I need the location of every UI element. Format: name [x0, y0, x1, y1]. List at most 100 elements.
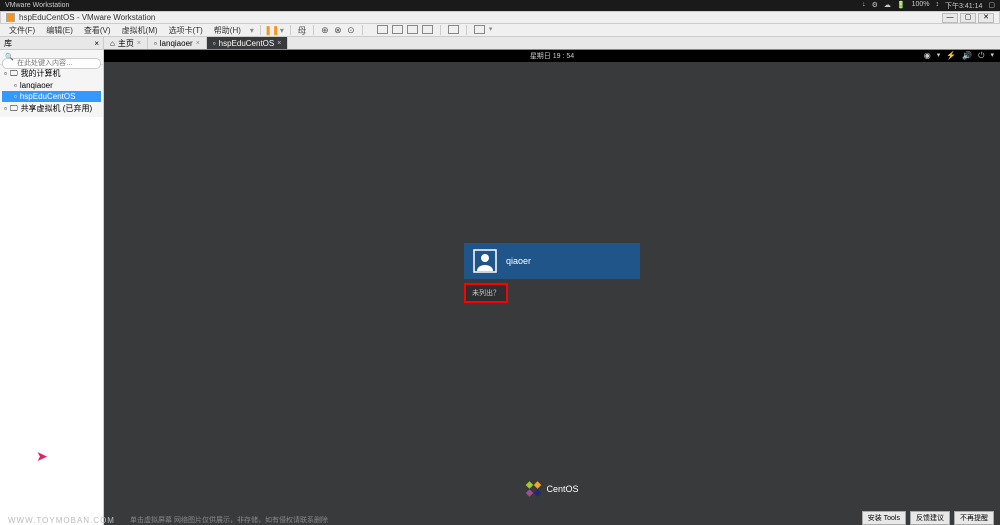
separator — [290, 25, 291, 35]
dropdown-icon: ▾ — [937, 51, 941, 61]
snapshot-manage-icon[interactable]: ⊗ — [333, 25, 343, 35]
content-area: ⌂ 主页 × ▫ lanqiaoer × ▫ hspEduCentOS × 星期… — [104, 37, 1000, 525]
vm-icon: ▫ — [14, 81, 17, 90]
separator — [362, 25, 363, 35]
layout-icon[interactable] — [377, 25, 388, 34]
tree-vm-lanqiaoer[interactable]: ▫ lanqiaoer — [2, 80, 101, 91]
os-taskbar: VMware Workstation ↓ ⚙ ☁ 🔋 100% ↕ 下午3:41… — [0, 0, 1000, 11]
separator — [440, 25, 441, 35]
dropdown-icon[interactable]: ▾ — [280, 26, 284, 35]
expand-icon[interactable]: ▫ — [4, 69, 7, 78]
network-icon[interactable]: ⚡ — [946, 51, 956, 61]
fullscreen-icon[interactable] — [448, 25, 459, 34]
volume-icon[interactable]: 🔊 — [962, 51, 972, 61]
tray-icon[interactable]: ↕ — [936, 1, 940, 11]
vm-icon: ▫ — [14, 92, 17, 101]
menu-tabs[interactable]: 选项卡(T) — [165, 25, 207, 36]
app-icon — [6, 13, 15, 22]
tray-icon[interactable]: ☁ — [884, 1, 891, 11]
unity-icon[interactable] — [474, 25, 485, 34]
tree-label: 共享虚拟机 (已弃用) — [21, 103, 93, 114]
tray-icon[interactable]: ▢ — [988, 1, 995, 11]
tree-label: hspEduCentOS — [20, 92, 76, 101]
snapshot-revert-icon[interactable]: ⊙ — [346, 25, 356, 35]
tab-home[interactable]: ⌂ 主页 × — [104, 37, 148, 49]
accessibility-icon[interactable]: ◉ — [924, 51, 931, 61]
separator — [260, 25, 261, 35]
gnome-status-area[interactable]: ◉ ▾ ⚡ 🔊 ⏻ ▾ — [924, 51, 994, 61]
layout-icon[interactable] — [407, 25, 418, 34]
dropdown-icon: ▾ — [990, 51, 994, 61]
menu-help[interactable]: 帮助(H) — [210, 25, 245, 36]
separator — [466, 25, 467, 35]
tab-lanqiaoer[interactable]: ▫ lanqiaoer × — [148, 37, 207, 49]
centos-branding: CentOS — [525, 481, 578, 497]
snapshot-icon[interactable]: ⊕ — [320, 25, 330, 35]
power-icon[interactable]: ⏻ — [978, 51, 984, 61]
search-input[interactable] — [2, 58, 101, 69]
dismiss-button[interactable]: 不再提醒 — [954, 511, 994, 525]
window-titlebar: hspEduCentOS - VMware Workstation — ▢ ✕ — [0, 11, 1000, 24]
vm-icon: ▫ — [154, 39, 157, 48]
install-tools-button[interactable]: 安装 Tools — [862, 511, 906, 525]
os-taskbar-tray: ↓ ⚙ ☁ 🔋 100% ↕ 下午3:41:14 ▢ — [862, 1, 995, 11]
tray-icon[interactable]: 🔋 — [897, 1, 906, 11]
close-icon[interactable]: × — [277, 40, 281, 47]
tree-vm-hspeducentos[interactable]: ▫ hspEduCentOS — [2, 91, 101, 102]
tab-label: 主页 — [118, 38, 134, 49]
tray-percent: 100% — [912, 1, 930, 11]
layout-icon[interactable] — [422, 25, 433, 34]
search-icon: 🔍 — [5, 53, 14, 61]
login-panel: qiaoer 未列出？ — [464, 243, 640, 303]
gnome-clock[interactable]: 星期日 19 : 54 — [530, 51, 574, 61]
close-icon[interactable]: × — [94, 39, 99, 48]
tab-bar: ⌂ 主页 × ▫ lanqiaoer × ▫ hspEduCentOS × — [104, 37, 1000, 50]
tab-label: hspEduCentOS — [219, 39, 275, 48]
home-icon: ⌂ — [110, 39, 115, 48]
sidebar-empty: ➤ — [0, 117, 103, 525]
os-taskbar-app: VMware Workstation — [5, 2, 862, 9]
menu-vm[interactable]: 虚拟机(M) — [118, 25, 162, 36]
tray-icon[interactable]: ⚙ — [872, 1, 878, 11]
expand-icon[interactable]: ▫ — [4, 104, 7, 113]
cursor-icon: ➤ — [36, 448, 48, 465]
tab-label: lanqiaoer — [160, 39, 193, 48]
computer-icon: 🖵 — [10, 69, 18, 79]
vm-display[interactable]: 星期日 19 : 54 ◉ ▾ ⚡ 🔊 ⏻ ▾ qiaoer 未列出？ — [104, 50, 1000, 525]
minimize-button[interactable]: — — [942, 13, 958, 23]
sidebar-title: 库 — [4, 38, 94, 49]
close-button[interactable]: ✕ — [978, 13, 994, 23]
dropdown-icon[interactable]: ▾ — [250, 26, 254, 35]
menu-view[interactable]: 查看(V) — [80, 25, 115, 36]
tree-shared-vms[interactable]: ▫ 🖵 共享虚拟机 (已弃用) — [2, 102, 101, 115]
centos-icon — [525, 481, 541, 497]
main-area: 库 × 🔍 ▫ 🖵 我的计算机 ▫ lanqiaoer ▫ hspEduCent… — [0, 37, 1000, 525]
layout-group: ▾ — [377, 25, 493, 35]
centos-label: CentOS — [546, 484, 578, 494]
avatar-icon — [472, 248, 498, 274]
layout-icon[interactable] — [392, 25, 403, 34]
not-listed-button[interactable]: 未列出？ — [464, 283, 508, 303]
send-icon[interactable]: 母 — [297, 25, 307, 35]
menu-file[interactable]: 文件(F) — [5, 25, 39, 36]
window-controls: — ▢ ✕ — [942, 13, 994, 23]
sidebar-search: 🔍 — [0, 50, 103, 65]
tab-hspeducentos[interactable]: ▫ hspEduCentOS × — [207, 37, 289, 49]
vm-icon: ▫ — [213, 39, 216, 48]
watermark: WWW.TOYMOBAN.COM — [8, 516, 115, 525]
menubar: 文件(F) 编辑(E) 查看(V) 虚拟机(M) 选项卡(T) 帮助(H) ▾ … — [0, 24, 1000, 37]
separator — [313, 25, 314, 35]
pause-icon[interactable]: ❚❚ — [267, 25, 277, 35]
window-title: hspEduCentOS - VMware Workstation — [19, 13, 942, 22]
user-name: qiaoer — [506, 256, 531, 266]
dropdown-icon[interactable]: ▾ — [489, 25, 493, 35]
tray-clock[interactable]: 下午3:41:14 — [945, 1, 982, 11]
menu-edit[interactable]: 编辑(E) — [42, 25, 77, 36]
tray-icon[interactable]: ↓ — [862, 1, 866, 11]
maximize-button[interactable]: ▢ — [960, 13, 976, 23]
close-icon[interactable]: × — [137, 40, 141, 47]
user-card[interactable]: qiaoer — [464, 243, 640, 279]
footer-hint: 单击虚拟屏幕 网络图片仅供展示，非存储，如有侵权请联系删除 — [130, 515, 328, 525]
close-icon[interactable]: × — [196, 40, 200, 47]
feedback-button[interactable]: 反馈建议 — [910, 511, 950, 525]
